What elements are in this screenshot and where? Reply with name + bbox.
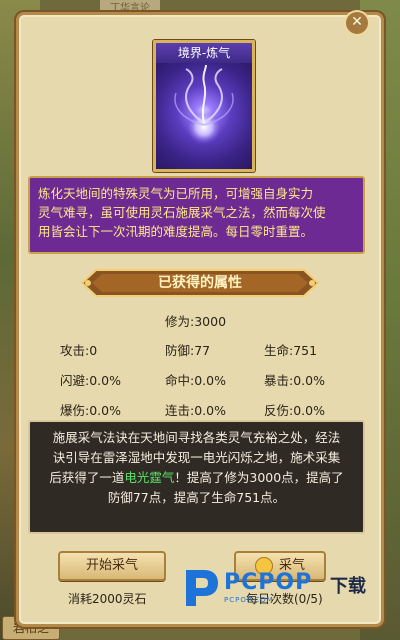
- watermark-sub: PCPOP.COM: [224, 596, 274, 604]
- description-line: 用皆会让下一次汛期的难度提高。每日零时重置。: [38, 224, 314, 239]
- gather-result-log: 施展采气法诀在天地间寻找各类灵气充裕之处，经法 诀引导在雷泽湿地中发现一电光闪烁…: [28, 420, 365, 534]
- log-line: 施展采气法诀在天地间寻找各类灵气充裕之处，经法: [52, 430, 341, 445]
- stat-cultivation: 修为:3000: [165, 314, 227, 329]
- stat-counter: 反伤:0.0%: [264, 403, 325, 418]
- start-gather-button[interactable]: 开始采气: [58, 551, 166, 581]
- realm-card: 境界-炼气: [153, 40, 255, 172]
- realm-description: 炼化天地间的特殊灵气为已所用，可增强自身实力 灵气难寻，虽可使用灵石施展采气之法…: [28, 176, 365, 254]
- log-text: ！提高了修为3000点，提高了: [174, 470, 344, 485]
- realm-card-title: 境界-炼气: [156, 43, 252, 63]
- stat-hit: 命中:0.0%: [165, 373, 226, 388]
- energy-name-highlight: 电光霆气: [124, 470, 175, 485]
- stat-crit-damage: 爆伤:0.0%: [60, 403, 121, 418]
- attributes-banner: 已获得的属性: [78, 266, 322, 300]
- attributes-banner-label: 已获得的属性: [158, 275, 242, 291]
- stat-combo: 连击:0.0%: [165, 403, 226, 418]
- stat-defense: 防御:77: [165, 343, 211, 358]
- close-icon: ✕: [351, 14, 363, 30]
- gather-cost: 消耗2000灵石: [68, 592, 147, 606]
- watermark-logo-icon: [186, 570, 218, 606]
- stat-dodge: 闪避:0.0%: [60, 373, 121, 388]
- log-line: 后获得了一道电光霆气！提高了修为3000点，提高了: [40, 468, 353, 488]
- log-line: 防御77点，提高了生命751点。: [107, 490, 286, 505]
- watermark-brand: PCPOP: [224, 570, 313, 595]
- description-line: 灵气难寻，虽可使用灵石施展采气之法，然而每次使: [38, 205, 326, 220]
- close-button[interactable]: ✕: [344, 10, 370, 36]
- log-text: 后获得了一道: [49, 470, 125, 485]
- spirit-energy-art: [174, 64, 234, 145]
- stat-attack: 攻击:0: [60, 343, 98, 358]
- stat-hp: 生命:751: [264, 343, 318, 358]
- watermark-suffix: 下载: [330, 576, 366, 597]
- site-watermark: PCPOP 下载 PCPOP.COM: [180, 564, 380, 614]
- stat-crit: 暴击:0.0%: [264, 373, 325, 388]
- log-line: 诀引导在雷泽湿地中发现一电光闪烁之地，施术采集: [52, 450, 341, 465]
- description-line: 炼化天地间的特殊灵气为已所用，可增强自身实力: [38, 186, 314, 201]
